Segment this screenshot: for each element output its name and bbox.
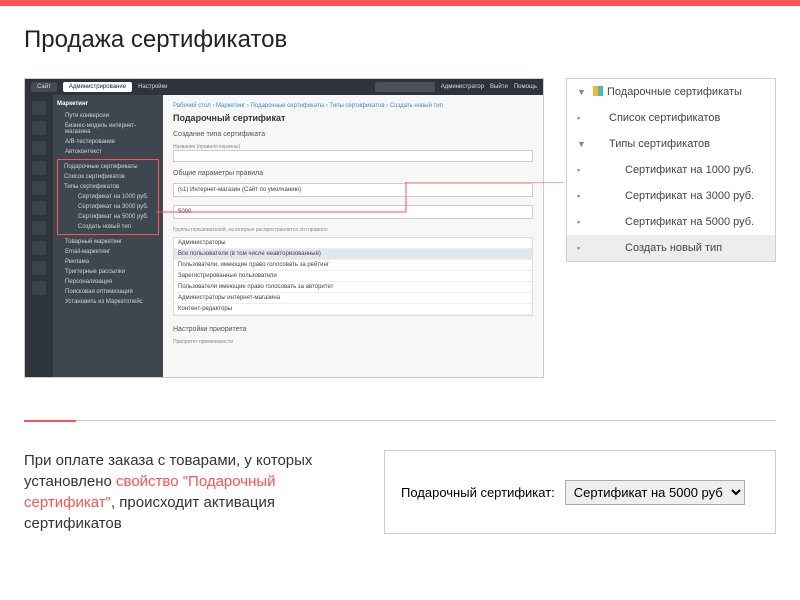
zoom-item[interactable]: ▪Сертификат на 1000 руб. xyxy=(567,157,775,183)
tree-item[interactable]: Список сертификатов xyxy=(60,172,156,182)
zoom-item-gift-root[interactable]: ▼Подарочные сертификаты xyxy=(567,79,775,105)
topbar-logout[interactable]: Выйти xyxy=(490,84,508,90)
rail-icon[interactable] xyxy=(32,141,46,155)
tree-item[interactable]: Создать новый тип xyxy=(60,222,156,232)
description-text: При оплате заказа с товарами, у которых … xyxy=(24,450,344,534)
sidebar-icon-rail xyxy=(25,95,53,377)
chevron-down-icon: ▼ xyxy=(577,139,586,149)
tree-item[interactable]: Установить из Маркетплейс xyxy=(57,297,159,307)
admin-topbar: Сайт Администрирование Настройки Админис… xyxy=(25,79,543,95)
sidebar-tree: Маркетинг Пути конверсии Бизнес-модель и… xyxy=(53,95,163,377)
site-select[interactable]: (s1) Интернет-магазин (Сайт по умолчанию… xyxy=(173,183,533,197)
bullet-icon: ▪ xyxy=(577,243,580,253)
rail-icon[interactable] xyxy=(32,181,46,195)
list-item[interactable]: Все пользователи (в том числе неавторизо… xyxy=(174,249,532,260)
rail-icon[interactable] xyxy=(32,261,46,275)
bullet-icon: ▪ xyxy=(577,165,580,175)
tree-item[interactable]: Пути конверсии xyxy=(57,111,159,121)
tree-highlight-box: Подарочные сертификаты Список сертификат… xyxy=(57,159,159,235)
tree-item[interactable]: Триггерные рассылки xyxy=(57,267,159,277)
sum-input[interactable]: 5000 xyxy=(173,205,533,219)
topbar-settings[interactable]: Настройки xyxy=(138,84,167,90)
list-item[interactable]: Контент-редакторы xyxy=(174,304,532,315)
rail-icon[interactable] xyxy=(32,101,46,115)
page-title: Продажа сертификатов xyxy=(24,26,776,54)
tree-item[interactable]: Сертификат на 1000 руб. xyxy=(60,192,156,202)
tree-item[interactable]: Персонализация xyxy=(57,277,159,287)
tree-item-gift[interactable]: Подарочные сертификаты xyxy=(60,162,156,172)
cert-select[interactable]: Сертификат на 5000 руб. xyxy=(565,480,745,505)
list-item[interactable]: Пользователи имеющие право голосовать за… xyxy=(174,282,532,293)
tree-item[interactable]: Автоконтекст xyxy=(57,147,159,157)
section-label: Создание типа сертификата xyxy=(173,131,533,138)
list-item[interactable]: Администраторы интернет-магазина xyxy=(174,293,532,304)
zoom-item[interactable]: ▪Сертификат на 5000 руб. xyxy=(567,209,775,235)
zoom-item[interactable]: ▼Типы сертификатов xyxy=(567,131,775,157)
tree-item[interactable]: Реклама xyxy=(57,257,159,267)
topbar-search-input[interactable] xyxy=(375,82,435,92)
tree-item[interactable]: Email-маркетинг xyxy=(57,247,159,257)
topbar-help[interactable]: Помощь xyxy=(514,84,537,90)
list-item[interactable]: Пользователи, имеющие право голосовать з… xyxy=(174,260,532,271)
cert-select-mock: Подарочный сертификат: Сертификат на 500… xyxy=(384,450,776,534)
name-input[interactable] xyxy=(173,150,533,162)
zoom-item-create[interactable]: ▪Создать новый тип xyxy=(567,235,775,261)
rail-icon[interactable] xyxy=(32,201,46,215)
gift-icon xyxy=(593,86,603,96)
admin-screenshot: Сайт Администрирование Настройки Админис… xyxy=(24,78,544,378)
bullet-icon: ▪ xyxy=(577,217,580,227)
tree-item[interactable]: Товарный маркетинг xyxy=(57,237,159,247)
zoom-item[interactable]: ▪Список сертификатов xyxy=(567,105,775,131)
section-label: Настройки приоритета xyxy=(173,326,533,333)
section-divider xyxy=(24,420,776,421)
content-title: Подарочный сертификат xyxy=(173,113,533,123)
tree-item[interactable]: Сертификат на 3000 руб. xyxy=(60,202,156,212)
topbar-admin-button[interactable]: Администрирование xyxy=(63,82,132,92)
breadcrumb[interactable]: Рабочий стол › Маркетинг › Подарочные се… xyxy=(173,103,533,109)
rail-icon[interactable] xyxy=(32,241,46,255)
user-groups-list[interactable]: Администраторы Все пользователи (в том ч… xyxy=(173,237,533,316)
tree-heading: Маркетинг xyxy=(57,101,159,107)
list-item[interactable]: Зарегистрированные пользователи xyxy=(174,271,532,282)
tree-item[interactable]: Поисковая оптимизация xyxy=(57,287,159,297)
rail-icon[interactable] xyxy=(32,161,46,175)
section-label: Общие параметры правила xyxy=(173,170,533,177)
zoom-item[interactable]: ▪Сертификат на 3000 руб. xyxy=(567,183,775,209)
rail-icon[interactable] xyxy=(32,221,46,235)
tree-item[interactable]: A/B-тестирование xyxy=(57,137,159,147)
topbar-user[interactable]: Администратор xyxy=(441,84,484,90)
topbar-site-button[interactable]: Сайт xyxy=(31,82,57,92)
bullet-icon: ▪ xyxy=(577,191,580,201)
chevron-down-icon: ▼ xyxy=(577,87,586,97)
bullet-icon: ▪ xyxy=(577,113,580,123)
field-label: Приоритет применимости xyxy=(173,339,533,345)
admin-content: Рабочий стол › Маркетинг › Подарочные се… xyxy=(163,95,543,377)
groups-label: Группы пользователей, на которые распрос… xyxy=(173,227,533,233)
tree-item[interactable]: Бизнес-модель интернет-магазина xyxy=(57,121,159,137)
zoom-tree-panel: ▼Подарочные сертификаты ▪Список сертифик… xyxy=(566,78,776,262)
cert-select-label: Подарочный сертификат: xyxy=(401,485,555,500)
tree-item[interactable]: Типы сертификатов xyxy=(60,182,156,192)
tree-item[interactable]: Сертификат на 5000 руб. xyxy=(60,212,156,222)
list-item[interactable]: Администраторы xyxy=(174,238,532,249)
rail-icon[interactable] xyxy=(32,281,46,295)
rail-icon[interactable] xyxy=(32,121,46,135)
